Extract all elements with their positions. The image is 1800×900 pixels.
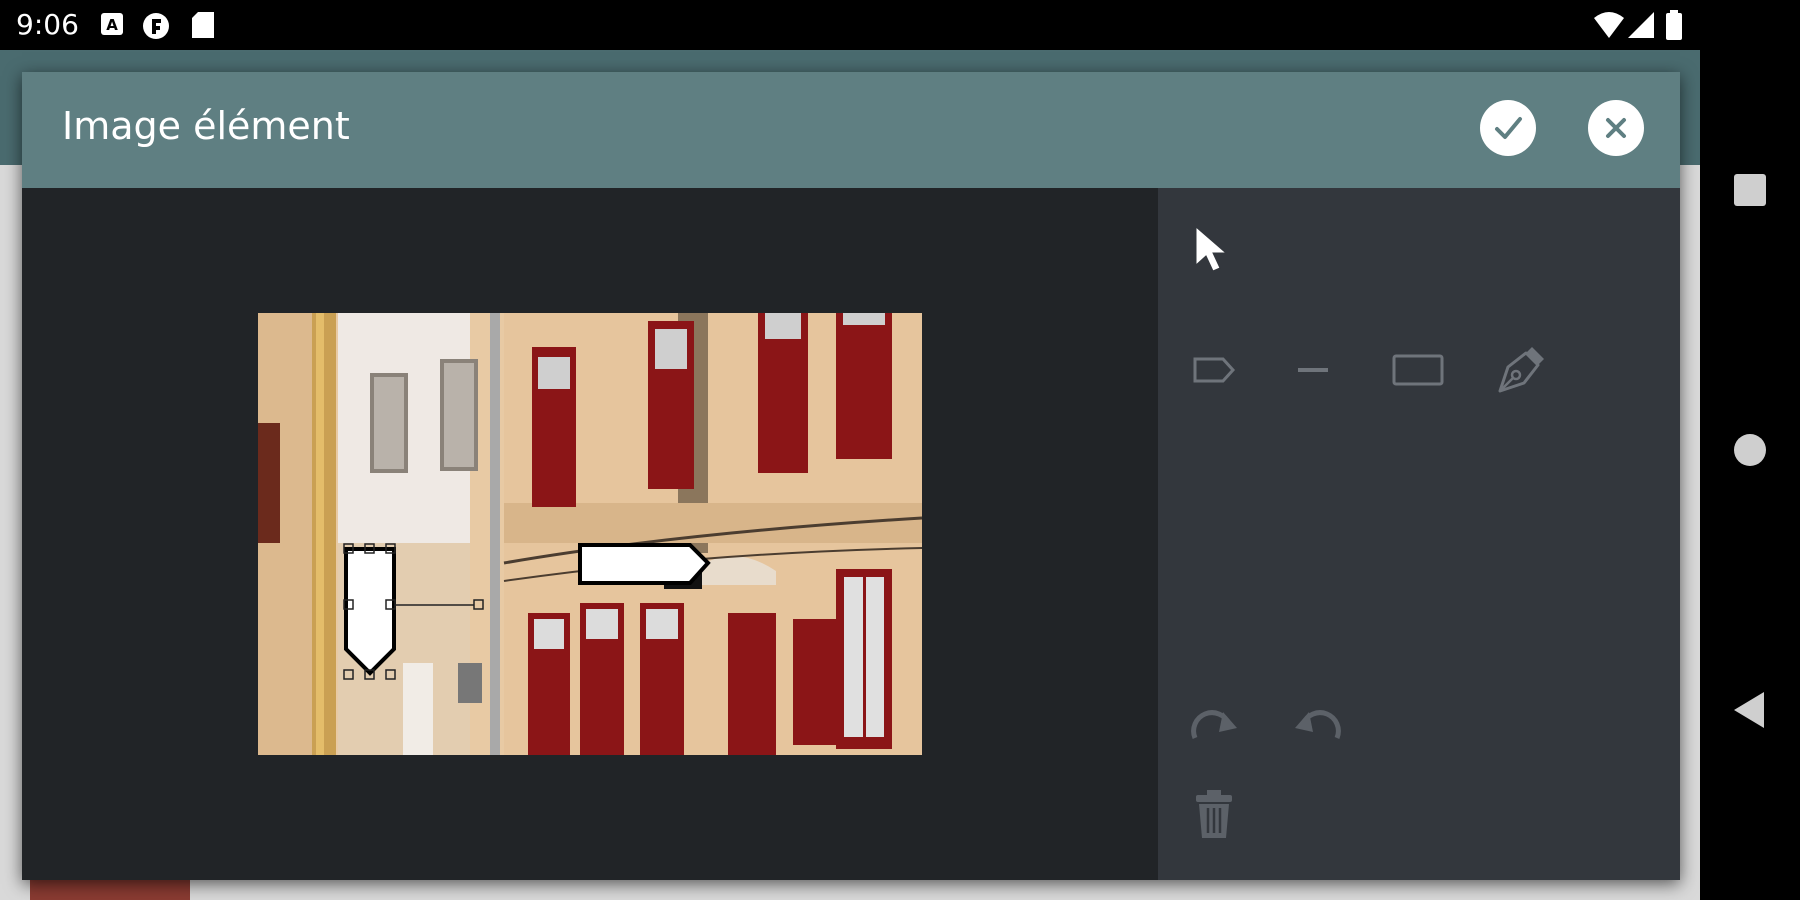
- background-thumbnail: [30, 880, 190, 900]
- undo-icon: [1295, 710, 1341, 739]
- svg-text:A: A: [106, 16, 118, 34]
- rectangle-tool[interactable]: [1382, 338, 1454, 402]
- image-canvas[interactable]: [22, 188, 1158, 880]
- tag-shape-icon: [1193, 357, 1236, 383]
- delete-button[interactable]: [1178, 778, 1250, 850]
- back-button[interactable]: [1700, 670, 1800, 750]
- dialog-title: Image élément: [62, 104, 350, 148]
- image-element-dialog: Image élément: [22, 72, 1680, 880]
- redo-button[interactable]: [1178, 688, 1250, 752]
- dialog-header: Image élément: [22, 72, 1680, 188]
- navigation-bar: [1700, 0, 1800, 900]
- pen-icon: [1498, 347, 1544, 393]
- signal-icon: [1628, 12, 1654, 42]
- undo-button[interactable]: [1282, 688, 1354, 752]
- pen-tool[interactable]: [1484, 334, 1556, 404]
- back-icon: [1734, 692, 1764, 728]
- tag-shape-tool[interactable]: [1178, 338, 1250, 402]
- f-notification-icon: [142, 12, 170, 44]
- line-tool[interactable]: [1278, 338, 1350, 402]
- check-icon: [1495, 117, 1522, 139]
- rectangle-icon: [1392, 354, 1444, 386]
- close-button[interactable]: [1588, 100, 1644, 156]
- home-button[interactable]: [1700, 410, 1800, 490]
- a-notification-icon: A: [100, 12, 124, 40]
- sd-card-icon: [192, 12, 214, 42]
- status-time: 9:06: [16, 8, 79, 41]
- redo-icon: [1191, 710, 1237, 739]
- home-icon: [1734, 434, 1766, 466]
- trash-icon: [1196, 790, 1232, 838]
- select-tool[interactable]: [1178, 218, 1242, 282]
- tool-panel: [1158, 188, 1680, 880]
- status-bar: 9:06 A: [0, 0, 1700, 50]
- battery-icon: [1666, 10, 1682, 44]
- wifi-icon: [1594, 12, 1624, 42]
- recents-icon: [1734, 174, 1766, 206]
- confirm-button[interactable]: [1480, 100, 1536, 156]
- recents-button[interactable]: [1700, 150, 1800, 230]
- cursor-icon: [1195, 225, 1228, 272]
- close-icon: [1606, 118, 1626, 138]
- building-photo: [258, 313, 922, 755]
- line-icon: [1298, 368, 1328, 372]
